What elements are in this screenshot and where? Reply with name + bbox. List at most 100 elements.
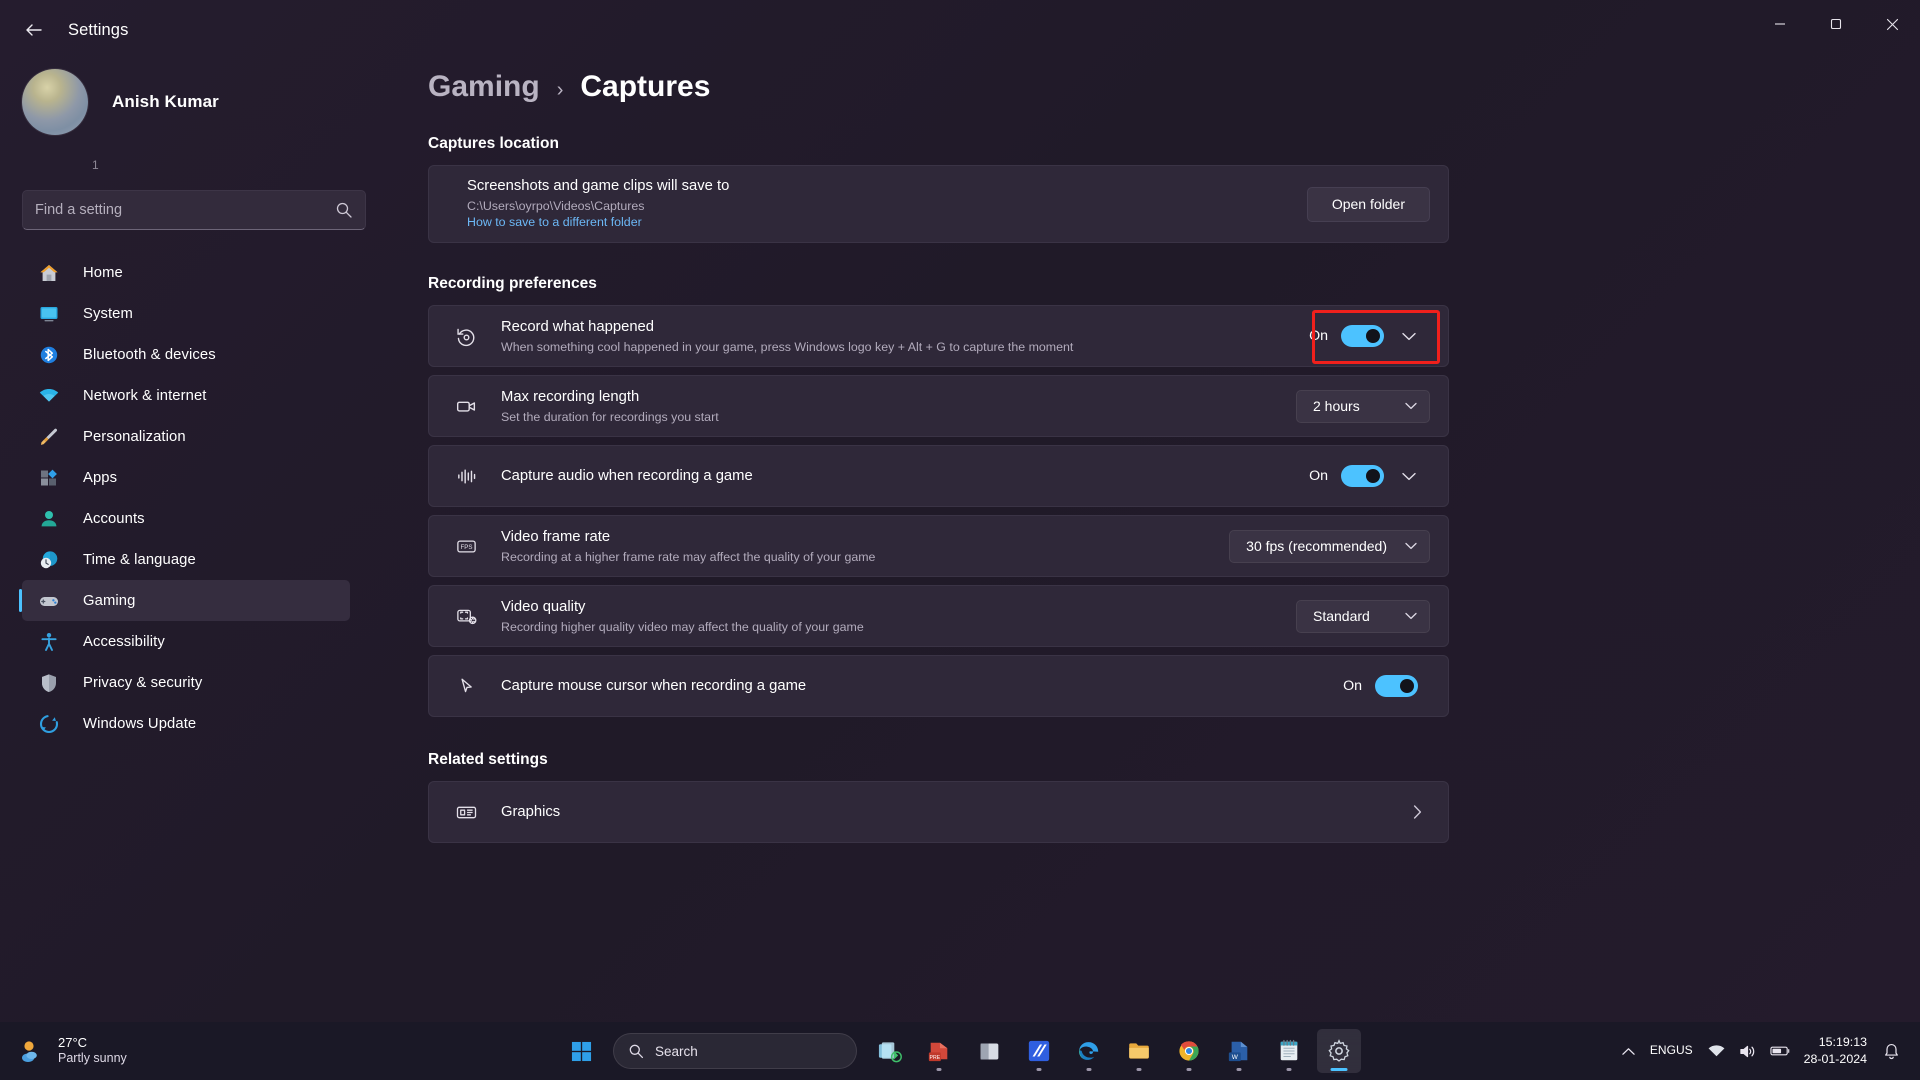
row-capture-mouse-cursor[interactable]: Capture mouse cursor when recording a ga… bbox=[428, 655, 1449, 717]
row-video-quality[interactable]: Video quality Recording higher quality v… bbox=[428, 585, 1449, 647]
window-app[interactable] bbox=[967, 1029, 1011, 1073]
chevron-down-icon bbox=[1405, 542, 1417, 550]
taskbar-search[interactable]: Search bbox=[613, 1033, 857, 1069]
language-indicator[interactable]: ENG US bbox=[1642, 1031, 1701, 1071]
sidebar-item-label: Accounts bbox=[83, 510, 145, 527]
show-hidden-icons-button[interactable] bbox=[1615, 1031, 1642, 1071]
profile-block[interactable]: Anish Kumar bbox=[22, 60, 372, 144]
row-sub: When something cool happened in your gam… bbox=[501, 339, 1074, 354]
partly-sunny-icon bbox=[22, 1041, 37, 1062]
battery-icon[interactable] bbox=[1763, 1031, 1798, 1071]
row-capture-audio[interactable]: Capture audio when recording a game On bbox=[428, 445, 1449, 507]
network-icon[interactable] bbox=[1701, 1031, 1732, 1071]
back-button[interactable] bbox=[12, 8, 56, 52]
system-icon bbox=[38, 303, 60, 325]
max-recording-length-dropdown[interactable]: 2 hours bbox=[1296, 389, 1430, 423]
svg-text:PRE: PRE bbox=[930, 1055, 941, 1061]
sidebar-item-apps[interactable]: Apps bbox=[22, 457, 350, 498]
content-area: Gaming › Captures Captures location Scre… bbox=[372, 52, 1920, 1020]
taskbar-apps: Search PRE W bbox=[559, 1029, 1361, 1073]
video-frame-rate-dropdown[interactable]: 30 fps (recommended) bbox=[1229, 529, 1430, 563]
update-icon bbox=[38, 713, 60, 735]
close-button[interactable] bbox=[1864, 0, 1920, 48]
word-app[interactable]: W bbox=[1217, 1029, 1261, 1073]
captures-location-title: Screenshots and game clips will save to bbox=[467, 177, 730, 194]
related-settings-heading: Related settings bbox=[428, 751, 548, 768]
clock[interactable]: 15:19:13 28-01-2024 bbox=[1798, 1034, 1877, 1067]
sidebar-item-label: Gaming bbox=[83, 592, 136, 609]
toggle-state-label: On bbox=[1343, 678, 1362, 694]
sidebar-item-label: Windows Update bbox=[83, 715, 197, 732]
breadcrumb-parent[interactable]: Gaming bbox=[428, 70, 540, 104]
sidebar-item-label: System bbox=[83, 305, 133, 322]
powerpoint-app[interactable]: PRE bbox=[917, 1029, 961, 1073]
row-title: Video frame rate bbox=[501, 528, 611, 545]
chevron-down-icon bbox=[1405, 402, 1417, 410]
sidebar-item-gaming[interactable]: Gaming bbox=[19, 580, 350, 621]
search-box[interactable] bbox=[22, 190, 366, 230]
start-button[interactable] bbox=[559, 1029, 603, 1073]
task-view-button[interactable] bbox=[867, 1029, 911, 1073]
sidebar-item-network-internet[interactable]: Network & internet bbox=[22, 375, 350, 416]
row-video-frame-rate[interactable]: FPS Video frame rate Recording at a high… bbox=[428, 515, 1449, 577]
expand-chevron-icon[interactable] bbox=[1394, 321, 1424, 351]
profile-sub: 1 bbox=[92, 158, 99, 172]
accessibility-icon bbox=[38, 631, 60, 653]
home-icon bbox=[38, 262, 60, 284]
sidebar-item-system[interactable]: System bbox=[22, 293, 350, 334]
maximize-button[interactable] bbox=[1808, 0, 1864, 48]
window-controls bbox=[1752, 0, 1920, 48]
sidebar-item-bluetooth-devices[interactable]: Bluetooth & devices bbox=[22, 334, 350, 375]
sidebar-item-personalization[interactable]: Personalization bbox=[22, 416, 350, 457]
sidebar-nav: Home System Bluetooth & devices Network … bbox=[0, 252, 372, 744]
svg-text:W: W bbox=[1232, 1054, 1239, 1061]
language-line-2: US bbox=[1675, 1043, 1693, 1058]
row-max-recording-length[interactable]: Max recording length Set the duration fo… bbox=[428, 375, 1449, 437]
row-record-what-happened[interactable]: Record what happened When something cool… bbox=[428, 305, 1449, 367]
weather-temperature: 27°C bbox=[58, 1035, 88, 1051]
shield-icon bbox=[38, 672, 60, 694]
settings-app[interactable] bbox=[1317, 1029, 1361, 1073]
record-what-happened-toggle[interactable] bbox=[1341, 325, 1384, 347]
gamepad-icon bbox=[38, 590, 60, 612]
volume-icon[interactable] bbox=[1732, 1031, 1763, 1071]
sidebar-item-accessibility[interactable]: Accessibility bbox=[22, 621, 350, 662]
visual-studio-app[interactable] bbox=[1017, 1029, 1061, 1073]
chrome-app[interactable] bbox=[1167, 1029, 1211, 1073]
breadcrumb-separator: › bbox=[556, 79, 564, 101]
weather-widget[interactable]: 27°C Partly sunny bbox=[18, 1035, 127, 1067]
video-quality-dropdown[interactable]: Standard bbox=[1296, 599, 1430, 633]
sidebar-item-time-language[interactable]: Time & language bbox=[22, 539, 350, 580]
title-bar: Settings bbox=[0, 0, 1920, 60]
notepad-app[interactable] bbox=[1267, 1029, 1311, 1073]
sidebar-item-accounts[interactable]: Accounts bbox=[22, 498, 350, 539]
clock-date: 28-01-2024 bbox=[1803, 1052, 1867, 1066]
taskbar: 27°C Partly sunny Search PRE W ENG US 15… bbox=[0, 1022, 1920, 1080]
sidebar-item-home[interactable]: Home bbox=[22, 252, 350, 293]
search-icon bbox=[336, 202, 352, 218]
account-icon bbox=[38, 508, 60, 530]
captures-location-heading: Captures location bbox=[428, 135, 559, 152]
row-graphics[interactable]: Graphics bbox=[428, 781, 1449, 843]
bluetooth-icon bbox=[38, 344, 60, 366]
sidebar-item-privacy-security[interactable]: Privacy & security bbox=[22, 662, 350, 703]
edge-app[interactable] bbox=[1067, 1029, 1111, 1073]
notifications-icon[interactable] bbox=[1877, 1031, 1906, 1071]
chevron-right-icon[interactable] bbox=[1404, 805, 1430, 819]
file-explorer-app[interactable] bbox=[1117, 1029, 1161, 1073]
mouse-cursor-icon bbox=[449, 675, 483, 698]
dropdown-value: 2 hours bbox=[1313, 398, 1360, 414]
capture-audio-toggle[interactable] bbox=[1341, 465, 1384, 487]
expand-chevron-icon[interactable] bbox=[1394, 461, 1424, 491]
captures-location-card: Screenshots and game clips will save to … bbox=[428, 165, 1449, 243]
search-input[interactable] bbox=[35, 202, 335, 218]
toggle-state-label: On bbox=[1309, 328, 1328, 344]
sidebar-item-label: Home bbox=[83, 264, 123, 281]
sidebar: Anish Kumar 1 Home System bbox=[0, 52, 372, 1022]
how-to-save-link[interactable]: How to save to a different folder bbox=[467, 215, 642, 229]
minimize-button[interactable] bbox=[1752, 0, 1808, 48]
row-title: Max recording length bbox=[501, 388, 640, 405]
sidebar-item-windows-update[interactable]: Windows Update bbox=[22, 703, 350, 744]
open-folder-button[interactable]: Open folder bbox=[1306, 186, 1430, 222]
capture-mouse-cursor-toggle[interactable] bbox=[1375, 675, 1418, 697]
